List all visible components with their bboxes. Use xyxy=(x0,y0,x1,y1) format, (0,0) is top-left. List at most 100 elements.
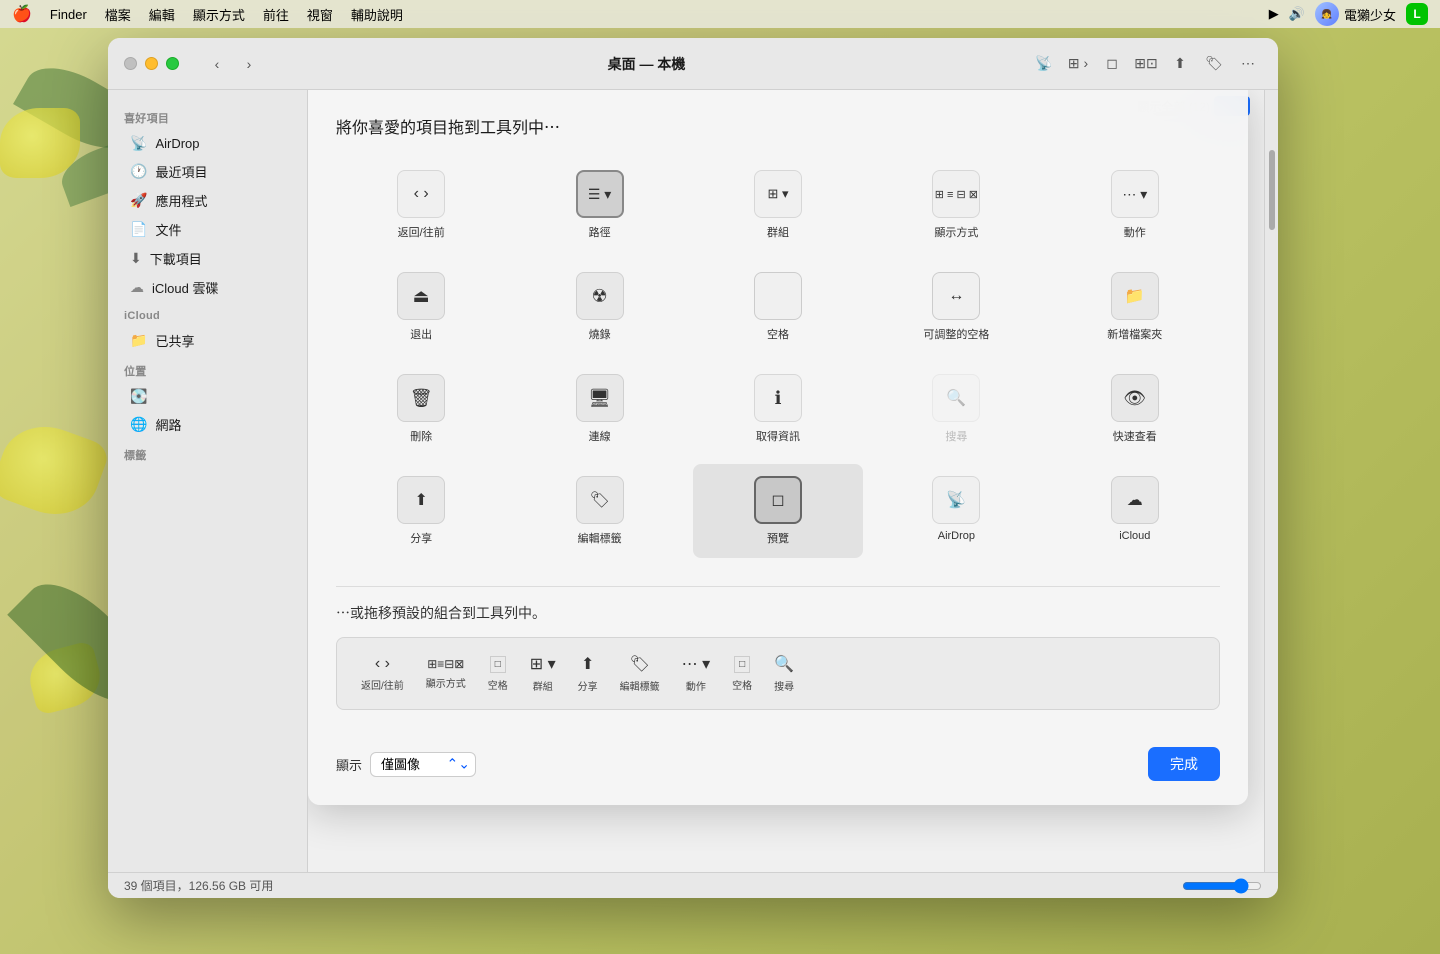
sidebar-item-airdrop[interactable]: 📡 AirDrop xyxy=(114,130,301,157)
back-forward-icon-box: ‹ › xyxy=(397,170,445,218)
tool-share[interactable]: ⬆ 分享 xyxy=(336,464,506,558)
view-sidebar-icon[interactable]: ◻ xyxy=(1098,50,1126,78)
preset-action[interactable]: ⋯ ▾ 動作 xyxy=(674,650,718,697)
preset-space1-icon: □ xyxy=(490,656,506,673)
sidebar-item-network[interactable]: 🌐 網路 xyxy=(114,410,301,439)
preset-action-icon: ⋯ ▾ xyxy=(682,654,710,674)
preset-search-label: 搜尋 xyxy=(774,678,794,693)
done-button[interactable]: 完成 xyxy=(1148,747,1220,781)
tool-eject[interactable]: ⏏ 退出 xyxy=(336,260,506,354)
back-forward-label: 返回/往前 xyxy=(398,224,445,240)
forward-button[interactable]: › xyxy=(235,50,263,78)
menubar: 🍎 Finder 檔案 編輯 顯示方式 前往 視窗 輔助說明 ▶ 🔊 👧 電獺少… xyxy=(0,0,1440,28)
tool-get-info[interactable]: ℹ 取得資訊 xyxy=(693,362,863,456)
apple-menu[interactable]: 🍎 xyxy=(12,4,32,24)
tool-flexible-space[interactable]: ↔ 可調整的空格 xyxy=(871,260,1041,354)
menu-help[interactable]: 輔助說明 xyxy=(351,5,403,24)
group-icon[interactable]: ⊞⊡ xyxy=(1132,50,1160,78)
sidebar-item-airdrop-label: AirDrop xyxy=(155,136,199,151)
status-bar-right xyxy=(1174,878,1262,894)
sidebar-item-shared-label: 已共享 xyxy=(155,331,194,350)
action-icon-box: ⋯ ▾ xyxy=(1111,170,1159,218)
status-text: 39 個項目，126.56 GB 可用 xyxy=(124,877,273,894)
connect-label: 連線 xyxy=(589,428,611,444)
airdrop-sidebar-icon: 📡 xyxy=(130,135,147,152)
preset-share-label: 分享 xyxy=(578,678,598,693)
airdrop-tool-icon-box: 📡 xyxy=(932,476,980,524)
more-icon[interactable]: ⋯ xyxy=(1234,50,1262,78)
back-forward-icon: ‹ › xyxy=(414,185,429,203)
back-button[interactable]: ‹ xyxy=(203,50,231,78)
disk-icon: 💽 xyxy=(130,388,147,405)
zoom-slider[interactable] xyxy=(1182,878,1262,894)
share-icon[interactable]: ⬆ xyxy=(1166,50,1194,78)
preset-tags[interactable]: 🏷 編輯標籤 xyxy=(612,650,668,697)
preset-group-label: 群組 xyxy=(533,678,553,693)
display-select-wrapper[interactable]: 僅圖像 圖像及文字 僅文字 ⌃⌄ xyxy=(370,752,476,777)
scrollbar-thumb[interactable] xyxy=(1269,150,1275,230)
tool-quicklook[interactable]: 👁 快速查看 xyxy=(1050,362,1220,456)
view-mode-icon: ⊞ ≡ ⊟ ⊠ xyxy=(935,188,978,201)
menu-window[interactable]: 視窗 xyxy=(307,5,333,24)
action-label: 動作 xyxy=(1124,224,1146,240)
sidebar-item-shared[interactable]: 📁 已共享 xyxy=(114,326,301,355)
sidebar-item-docs[interactable]: 📄 文件 xyxy=(114,215,301,244)
preset-tags-icon: 🏷 xyxy=(630,654,650,674)
preset-space2[interactable]: □ 空格 xyxy=(724,652,760,696)
maximize-button[interactable] xyxy=(166,57,179,70)
menu-file[interactable]: 檔案 xyxy=(105,5,131,24)
preset-share[interactable]: ⬆ 分享 xyxy=(570,650,606,697)
view-toggle-icon[interactable]: ⊞ › xyxy=(1064,50,1092,78)
tool-search[interactable]: 🔍 搜尋 xyxy=(871,362,1041,456)
tool-icloud[interactable]: ☁ iCloud xyxy=(1050,464,1220,558)
flexible-space-icon: ↔ xyxy=(948,287,964,305)
sidebar-item-disk[interactable]: 💽 xyxy=(114,383,301,410)
tool-burn[interactable]: ☢ 燒錄 xyxy=(514,260,684,354)
tool-path[interactable]: ☰ ▾ 路徑 xyxy=(514,158,684,252)
get-info-icon: ℹ xyxy=(775,388,782,409)
sidebar-item-recent[interactable]: 🕐 最近項目 xyxy=(114,157,301,186)
tool-delete[interactable]: 🗑 刪除 xyxy=(336,362,506,456)
quicklook-icon: 👁 xyxy=(1123,388,1146,409)
line-icon[interactable]: L xyxy=(1406,3,1428,25)
airdrop-icon[interactable]: 📡 xyxy=(1030,50,1058,78)
preset-search[interactable]: 🔍 搜尋 xyxy=(766,650,802,697)
close-button[interactable] xyxy=(124,57,137,70)
minimize-button[interactable] xyxy=(145,57,158,70)
tool-back-forward[interactable]: ‹ › 返回/往前 xyxy=(336,158,506,252)
sidebar-item-icloud-drive-label: iCloud 雲碟 xyxy=(152,278,218,297)
sidebar-item-downloads[interactable]: ⬇ 下載項目 xyxy=(114,244,301,273)
tag-icon[interactable]: 🏷 xyxy=(1200,50,1228,78)
tool-new-folder[interactable]: 📁 新增檔案夾 xyxy=(1050,260,1220,354)
play-icon[interactable]: ▶ xyxy=(1269,6,1279,22)
sidebar-item-icloud-drive[interactable]: ☁ iCloud 雲碟 xyxy=(114,273,301,302)
right-scrollbar xyxy=(1264,90,1278,872)
tool-connect[interactable]: 🖥 連線 xyxy=(514,362,684,456)
preset-space1[interactable]: □ 空格 xyxy=(480,652,516,696)
edit-tags-icon: 🏷 xyxy=(589,490,609,510)
tool-space[interactable]: 空格 xyxy=(693,260,863,354)
network-icon: 🌐 xyxy=(130,416,147,433)
display-select[interactable]: 僅圖像 圖像及文字 僅文字 xyxy=(370,752,476,777)
volume-icon[interactable]: 🔊 xyxy=(1289,6,1305,22)
sidebar-item-docs-label: 文件 xyxy=(155,220,181,239)
delete-label: 刪除 xyxy=(410,428,432,444)
tool-group[interactable]: ⊞ ▾ 群組 xyxy=(693,158,863,252)
menu-go[interactable]: 前往 xyxy=(263,5,289,24)
preset-group-icon: ⊞ ▾ xyxy=(530,654,556,674)
tool-edit-tags[interactable]: 🏷 編輯標籤 xyxy=(514,464,684,558)
menu-view[interactable]: 顯示方式 xyxy=(193,5,245,24)
sidebar-item-apps[interactable]: 🚀 應用程式 xyxy=(114,186,301,215)
tool-view-mode[interactable]: ⊞ ≡ ⊟ ⊠ 顯示方式 xyxy=(871,158,1041,252)
menu-finder[interactable]: Finder xyxy=(50,7,87,22)
avatar: 👧 xyxy=(1315,2,1339,26)
tool-preview[interactable]: ◻ 預覽 xyxy=(693,464,863,558)
menu-edit[interactable]: 編輯 xyxy=(149,5,175,24)
preset-group[interactable]: ⊞ ▾ 群組 xyxy=(522,650,564,697)
connect-icon: 🖥 xyxy=(588,388,611,409)
preset-toolbar[interactable]: ‹ › 返回/往前 ⊞≡⊟⊠ 顯示方式 □ 空格 ⊞ ▾ 群組 xyxy=(336,637,1220,710)
preset-back-forward[interactable]: ‹ › 返回/往前 xyxy=(353,651,412,696)
tool-action[interactable]: ⋯ ▾ 動作 xyxy=(1050,158,1220,252)
preset-view-mode[interactable]: ⊞≡⊟⊠ 顯示方式 xyxy=(418,653,474,694)
tool-airdrop[interactable]: 📡 AirDrop xyxy=(871,464,1041,558)
